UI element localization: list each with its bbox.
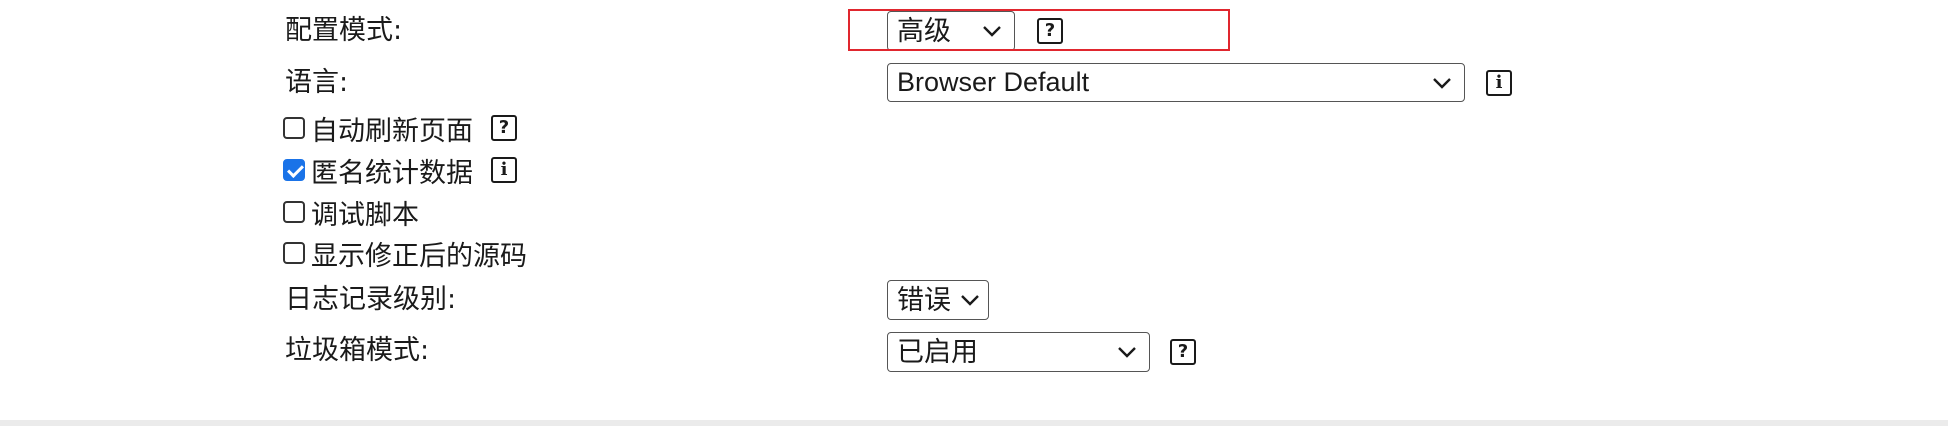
show-patched-source-label[interactable]: 显示修正后的源码 xyxy=(311,234,527,273)
highlight-box xyxy=(848,9,1230,51)
language-value: Browser Default xyxy=(897,67,1090,97)
auto-refresh-checkbox[interactable] xyxy=(283,117,305,139)
footer-divider xyxy=(0,420,1948,426)
auto-refresh-label[interactable]: 自动刷新页面 xyxy=(311,109,473,148)
auto-refresh-row: 自动刷新页面 ? xyxy=(283,109,517,147)
trash-mode-value: 已启用 xyxy=(897,336,978,368)
anonymous-stats-info-icon[interactable]: i xyxy=(491,157,517,183)
chevron-down-icon xyxy=(1433,77,1451,89)
trash-mode-help-icon[interactable]: ? xyxy=(1170,339,1196,365)
debug-scripts-checkbox[interactable] xyxy=(283,201,305,223)
chevron-down-icon xyxy=(961,295,979,306)
language-label: 语言: xyxy=(285,67,349,98)
anonymous-stats-checkbox[interactable] xyxy=(283,159,305,181)
auto-refresh-help-icon[interactable]: ? xyxy=(491,115,517,141)
debug-scripts-label[interactable]: 调试脚本 xyxy=(311,193,419,232)
anonymous-stats-label[interactable]: 匿名统计数据 xyxy=(311,151,473,190)
language-select[interactable]: Browser Default xyxy=(887,63,1465,102)
log-level-value: 错误 xyxy=(897,284,951,316)
config-mode-label: 配置模式: xyxy=(285,15,403,46)
anonymous-stats-row: 匿名统计数据 i xyxy=(283,151,517,189)
chevron-down-icon xyxy=(1118,347,1136,358)
trash-mode-select[interactable]: 已启用 xyxy=(887,332,1150,372)
log-level-label: 日志记录级别: xyxy=(285,284,457,315)
trash-mode-label: 垃圾箱模式: xyxy=(285,335,430,366)
debug-scripts-row: 调试脚本 xyxy=(283,193,419,231)
log-level-select[interactable]: 错误 xyxy=(887,280,989,320)
language-info-icon[interactable]: i xyxy=(1486,70,1512,96)
show-patched-source-checkbox[interactable] xyxy=(283,242,305,264)
show-patched-source-row: 显示修正后的源码 xyxy=(283,234,527,272)
